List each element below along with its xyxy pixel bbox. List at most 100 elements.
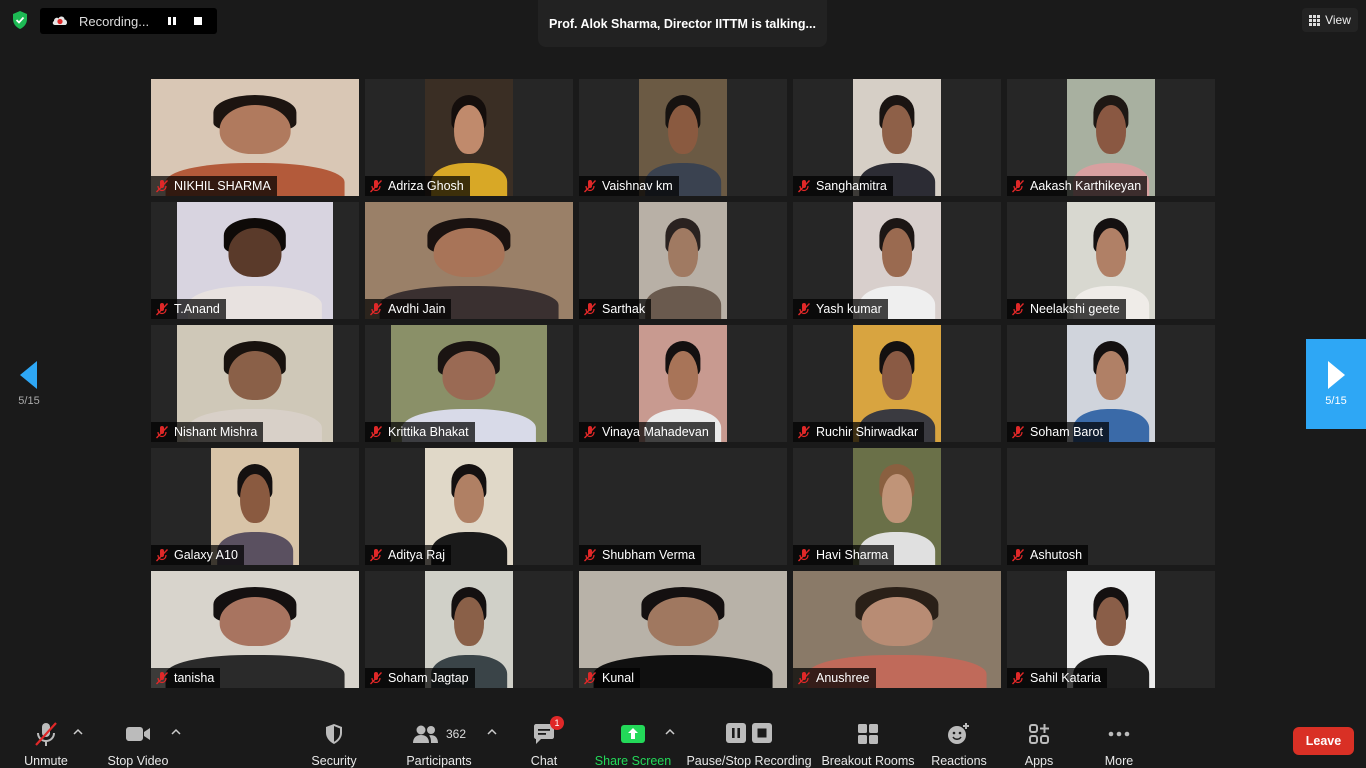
participants-button[interactable]: 362 Participants <box>404 708 474 768</box>
shield-icon <box>326 724 342 744</box>
arrow-right-icon <box>1328 361 1345 389</box>
participant-tile[interactable]: Vaishnav km <box>579 79 787 196</box>
participant-tile[interactable]: Ashutosh <box>1007 448 1215 565</box>
participant-name-tag: NIKHIL SHARMA <box>151 176 277 196</box>
participant-name-tag: Kunal <box>579 668 640 688</box>
chat-button[interactable]: 1 Chat <box>522 708 566 768</box>
pause-stop-recording-button[interactable]: Pause/Stop Recording <box>686 708 812 768</box>
microphone-muted-icon <box>155 303 169 316</box>
meeting-toolbar: Unmute Stop Video Security 362 Participa… <box>0 708 1366 768</box>
participant-tile[interactable]: Aakash Karthikeyan <box>1007 79 1215 196</box>
participant-tile[interactable]: Neelakshi geete <box>1007 202 1215 319</box>
participant-tile[interactable]: Krittika Bhakat <box>365 325 573 442</box>
microphone-muted-icon <box>1011 180 1025 193</box>
participant-name: Neelakshi geete <box>1030 302 1120 316</box>
stop-recording-button[interactable] <box>185 8 211 34</box>
view-button[interactable]: View <box>1302 8 1358 32</box>
pause-icon <box>726 723 746 743</box>
participant-tile[interactable]: Ruchir Shirwadkar <box>793 325 1001 442</box>
participant-tile[interactable]: Adriza Ghosh <box>365 79 573 196</box>
share-options-chevron-icon[interactable] <box>664 726 676 738</box>
participant-name: Avdhi Jain <box>388 302 446 316</box>
participant-name: Soham Jagtap <box>388 671 469 685</box>
participant-name: NIKHIL SHARMA <box>174 179 271 193</box>
participant-name-tag: Ruchir Shirwadkar <box>793 422 925 442</box>
participant-name-tag: Soham Barot <box>1007 422 1109 442</box>
participant-tile[interactable]: Sarthak <box>579 202 787 319</box>
more-button[interactable]: More <box>1098 708 1140 768</box>
participant-name: tanisha <box>174 671 215 685</box>
participant-tile[interactable]: NIKHIL SHARMA <box>151 79 359 196</box>
recording-label: Recording... <box>79 13 150 29</box>
participant-name: Galaxy A10 <box>174 548 238 562</box>
apps-button[interactable]: Apps <box>1018 708 1060 768</box>
breakout-rooms-button[interactable]: Breakout Rooms <box>821 708 915 768</box>
participant-name-tag: Ashutosh <box>1007 545 1089 565</box>
participant-name-tag: Aakash Karthikeyan <box>1007 176 1148 196</box>
video-options-chevron-icon[interactable] <box>170 726 182 738</box>
pause-recording-button[interactable] <box>159 8 185 34</box>
active-speaker-banner: Prof. Alok Sharma, Director IITTM is tal… <box>538 0 827 47</box>
participant-tile[interactable]: Nishant Mishra <box>151 325 359 442</box>
pause-stop-recording-label: Pause/Stop Recording <box>686 754 812 768</box>
participant-tile[interactable]: Kunal <box>579 571 787 688</box>
participant-name: Vinaya Mahadevan <box>602 425 709 439</box>
microphone-muted-icon <box>583 303 597 316</box>
participant-name: Sanghamitra <box>816 179 887 193</box>
participant-tile[interactable]: Yash kumar <box>793 202 1001 319</box>
more-dots-icon <box>1108 731 1130 737</box>
participant-tile[interactable]: Aditya Raj <box>365 448 573 565</box>
participant-tile[interactable]: Anushree <box>793 571 1001 688</box>
microphone-muted-icon <box>797 303 811 316</box>
stop-video-button[interactable]: Stop Video <box>104 708 172 768</box>
participant-name: Vaishnav km <box>602 179 673 193</box>
microphone-muted-icon <box>583 672 597 685</box>
security-button[interactable]: Security <box>306 708 362 768</box>
share-screen-arrow-icon <box>621 725 645 743</box>
participant-tile[interactable]: tanisha <box>151 571 359 688</box>
microphone-muted-icon <box>1011 549 1025 562</box>
share-screen-label: Share Screen <box>594 754 672 768</box>
microphone-muted-icon <box>155 180 169 193</box>
participant-tile[interactable]: Sahil Kataria <box>1007 571 1215 688</box>
microphone-muted-icon <box>797 549 811 562</box>
unmute-button[interactable]: Unmute <box>18 708 74 768</box>
participant-name-tag: Neelakshi geete <box>1007 299 1126 319</box>
participant-name: Sarthak <box>602 302 646 316</box>
microphone-muted-icon <box>1011 426 1025 439</box>
participant-tile[interactable]: Soham Barot <box>1007 325 1215 442</box>
participants-options-chevron-icon[interactable] <box>486 726 498 738</box>
microphone-muted-icon <box>155 426 169 439</box>
encryption-shield-icon[interactable] <box>10 10 30 30</box>
participant-tile[interactable]: Avdhi Jain <box>365 202 573 319</box>
participant-tile[interactable]: Sanghamitra <box>793 79 1001 196</box>
participant-name: Ashutosh <box>1030 548 1083 562</box>
participant-name-tag: Sahil Kataria <box>1007 668 1107 688</box>
participant-tile[interactable]: Galaxy A10 <box>151 448 359 565</box>
reactions-button[interactable]: Reactions <box>930 708 988 768</box>
next-page-button[interactable]: 5/15 <box>1306 339 1366 429</box>
participant-name-tag: Adriza Ghosh <box>365 176 470 196</box>
recording-indicator: Recording... <box>40 8 217 34</box>
participant-tile[interactable]: Vinaya Mahadevan <box>579 325 787 442</box>
participant-name-tag: Nishant Mishra <box>151 422 264 442</box>
leave-meeting-button[interactable]: Leave <box>1293 727 1354 755</box>
previous-page-button[interactable]: 5/15 <box>0 339 58 429</box>
participant-name: T.Anand <box>174 302 220 316</box>
participant-tile[interactable]: T.Anand <box>151 202 359 319</box>
microphone-muted-icon <box>155 672 169 685</box>
participant-tile[interactable]: Havi Sharma <box>793 448 1001 565</box>
grid-view-icon <box>1309 14 1321 26</box>
participant-name: Soham Barot <box>1030 425 1103 439</box>
audio-options-chevron-icon[interactable] <box>72 726 84 738</box>
share-screen-button[interactable]: Share Screen <box>594 708 672 768</box>
participant-name-tag: Havi Sharma <box>793 545 895 565</box>
participant-name-tag: Sarthak <box>579 299 652 319</box>
participant-tile[interactable]: Soham Jagtap <box>365 571 573 688</box>
participant-tile[interactable]: Shubham Verma <box>579 448 787 565</box>
emoji-plus-icon <box>948 723 969 744</box>
participant-name-tag: Vaishnav km <box>579 176 679 196</box>
participants-count: 362 <box>445 727 467 741</box>
chat-unread-badge: 1 <box>550 716 564 730</box>
security-label: Security <box>311 754 357 768</box>
